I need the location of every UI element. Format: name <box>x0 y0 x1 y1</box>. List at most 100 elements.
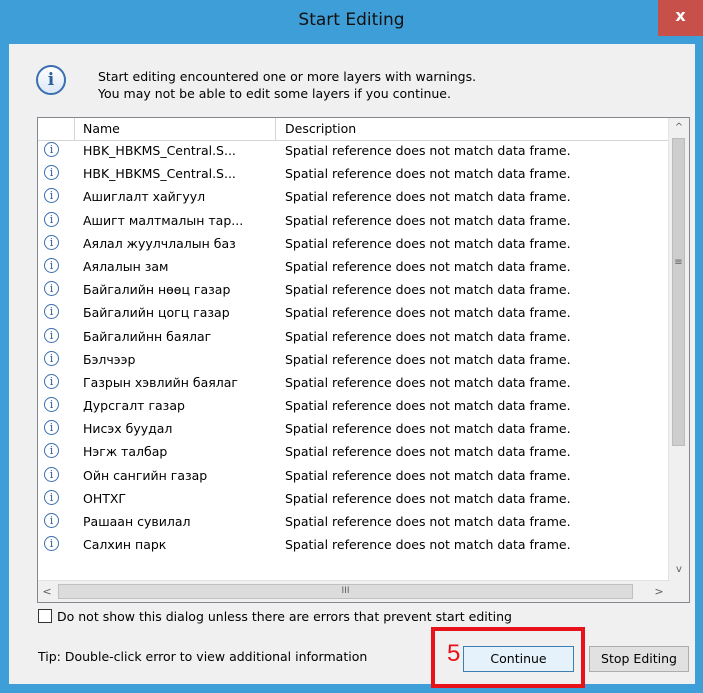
description-cell: Spatial reference does not match data fr… <box>285 467 571 483</box>
tip-text: Tip: Double-click error to view addition… <box>38 649 368 664</box>
table-row[interactable]: i Байгалийн цогц газар Spatial reference d… <box>38 302 670 325</box>
description-cell: Spatial reference does not match data fr… <box>285 398 571 414</box>
info-icon: i <box>44 304 59 320</box>
info-icon: i <box>44 513 59 528</box>
description-cell: Spatial reference does not match data fr… <box>285 444 571 460</box>
description-cell: Spatial reference does not match data fr… <box>285 282 571 298</box>
description-cell: Spatial reference does not match data fr… <box>285 374 571 390</box>
step-number-annotation: 5 <box>447 640 461 667</box>
column-separator[interactable] <box>275 118 276 140</box>
table-row[interactable]: i Газрын хэвлийн баялаг Spatial reference … <box>38 372 670 395</box>
description-cell: Spatial reference does not match data fr… <box>285 235 571 251</box>
layer-name-cell: Бэлчээр <box>83 351 136 367</box>
info-icon: i <box>44 536 59 552</box>
warnings-list[interactable]: Name Description i HBK_HBKMS_Central.S...… <box>37 117 690 603</box>
info-icon: i <box>44 489 59 505</box>
table-row[interactable]: i HBK_HBKMS_Central.S... Spatial reference… <box>38 163 670 186</box>
layer-name-cell: Ашигт малтмалын тар... <box>83 212 244 228</box>
column-header-description[interactable]: Description <box>285 121 356 136</box>
horizontal-scroll-thumb[interactable]: III <box>58 584 633 599</box>
info-icon: i <box>44 420 59 436</box>
table-row[interactable]: i Нэгж талбар Spatial reference does not m… <box>38 441 670 464</box>
table-row[interactable]: i Аялал жуулчлалын баз Spatial reference d… <box>38 233 670 256</box>
dont-show-checkbox-label[interactable]: Do not show this dialog unless there are… <box>57 609 512 624</box>
info-icon: i <box>44 257 59 273</box>
info-icon: i <box>44 397 59 413</box>
table-row[interactable]: i Ашигт малтмалын тар... Spatial reference… <box>38 210 670 233</box>
table-row[interactable]: i Нисэх буудал Spatial reference does not … <box>38 418 670 441</box>
scrollbar-corner <box>670 580 689 602</box>
stop-editing-button[interactable]: Stop Editing <box>589 646 689 672</box>
table-row[interactable]: i Байгалийнн баялаг Spatial reference does… <box>38 326 670 349</box>
column-header-name[interactable]: Name <box>83 121 120 136</box>
dialog-title: Start Editing <box>298 10 405 30</box>
close-button[interactable]: x <box>658 0 703 36</box>
warning-message-line2: You may not be able to edit some layers … <box>98 86 451 101</box>
info-icon: i <box>44 142 59 157</box>
layer-name-cell: Нисэх буудал <box>83 421 173 437</box>
warning-message-line1: Start editing encountered one or more la… <box>98 69 477 84</box>
description-cell: Spatial reference does not match data fr… <box>285 143 571 158</box>
table-row[interactable]: i Дурсгалт газар Spatial reference does no… <box>38 395 670 418</box>
info-icon: i <box>44 188 59 204</box>
layer-name-cell: Байгалийнн баялаг <box>83 328 212 344</box>
description-cell: Spatial reference does not match data fr… <box>285 258 571 274</box>
table-row[interactable]: i Байгалийн нөөц газар Spatial reference d… <box>38 279 670 302</box>
info-icon: i <box>44 466 59 482</box>
description-cell: Spatial reference does not match data fr… <box>285 166 571 182</box>
info-icon: i <box>44 165 59 181</box>
description-cell: Spatial reference does not match data fr… <box>285 328 571 344</box>
start-editing-dialog: Start Editing x i Start editing encounte… <box>0 0 703 693</box>
table-row[interactable]: i Бэлчээр Spatial reference does not match… <box>38 349 670 372</box>
layer-name-cell: Байгалийн нөөц газар <box>83 282 231 298</box>
column-separator[interactable] <box>74 118 75 140</box>
layer-name-cell: Аялалын зам <box>83 258 169 274</box>
table-row[interactable]: i ОНТХГ Spatial reference does not match d… <box>38 488 670 511</box>
description-cell: Spatial reference does not match data fr… <box>285 490 571 506</box>
info-icon: i <box>44 281 59 297</box>
layer-name-cell: Дурсгалт газар <box>83 398 185 414</box>
layer-name-cell: Рашаан сувилал <box>83 514 191 529</box>
description-cell: Spatial reference does not match data fr… <box>285 537 571 553</box>
layer-name-cell: Газрын хэвлийн баялаг <box>83 374 238 390</box>
scroll-down-arrow-icon[interactable]: v <box>669 560 689 580</box>
scroll-left-arrow-icon[interactable]: < <box>38 581 56 602</box>
title-bar[interactable]: Start Editing x <box>0 0 703 44</box>
vertical-scroll-thumb[interactable]: ≡ <box>672 138 685 446</box>
table-row[interactable]: i Ойн сангийн газар Spatial reference does… <box>38 465 670 488</box>
table-row[interactable]: i Ашиглалт хайгуул Spatial reference does … <box>38 186 670 209</box>
layer-name-cell: Нэгж талбар <box>83 444 168 460</box>
table-row[interactable]: i Аялалын зам Spatial reference does not m… <box>38 256 670 279</box>
dont-show-checkbox[interactable] <box>38 609 52 623</box>
info-icon: i <box>44 350 59 366</box>
layer-name-cell: Ашиглалт хайгуул <box>83 189 206 205</box>
info-icon: i <box>44 443 59 459</box>
info-icon: i <box>44 373 59 389</box>
list-header: Name Description <box>38 118 670 141</box>
description-cell: Spatial reference does not match data fr… <box>285 421 571 437</box>
table-row[interactable]: i Рашаан сувилал Spatial reference does no… <box>38 511 670 534</box>
description-cell: Spatial reference does not match data fr… <box>285 305 571 321</box>
dialog-body: i Start editing encountered one or more … <box>9 44 695 688</box>
info-icon: i <box>44 327 59 343</box>
layer-name-cell: HBK_HBKMS_Central.S... <box>83 166 236 182</box>
description-cell: Spatial reference does not match data fr… <box>285 212 571 228</box>
table-row[interactable]: i Салхин парк Spatial reference does not m… <box>38 534 670 557</box>
layer-name-cell: Аялал жуулчлалын баз <box>83 235 236 251</box>
layer-name-cell: Салхин парк <box>83 537 167 553</box>
layer-name-cell: HBK_HBKMS_Central.S... <box>83 143 236 158</box>
description-cell: Spatial reference does not match data fr… <box>285 351 571 367</box>
scroll-up-arrow-icon[interactable]: ^ <box>669 118 689 138</box>
vertical-scrollbar[interactable]: ^ ≡ v <box>668 118 689 580</box>
list-rows: i HBK_HBKMS_Central.S... Spatial reference… <box>38 140 670 557</box>
info-icon: i <box>36 65 66 95</box>
scroll-right-arrow-icon[interactable]: > <box>650 581 668 602</box>
info-icon: i <box>44 211 59 227</box>
description-cell: Spatial reference does not match data fr… <box>285 189 571 205</box>
layer-name-cell: ОНТХГ <box>83 490 127 506</box>
info-icon: i <box>44 234 59 250</box>
layer-name-cell: Байгалийн цогц газар <box>83 305 230 321</box>
description-cell: Spatial reference does not match data fr… <box>285 514 571 529</box>
table-row[interactable]: i HBK_HBKMS_Central.S... Spatial reference… <box>38 140 670 163</box>
horizontal-scrollbar[interactable]: < III > <box>38 580 670 602</box>
